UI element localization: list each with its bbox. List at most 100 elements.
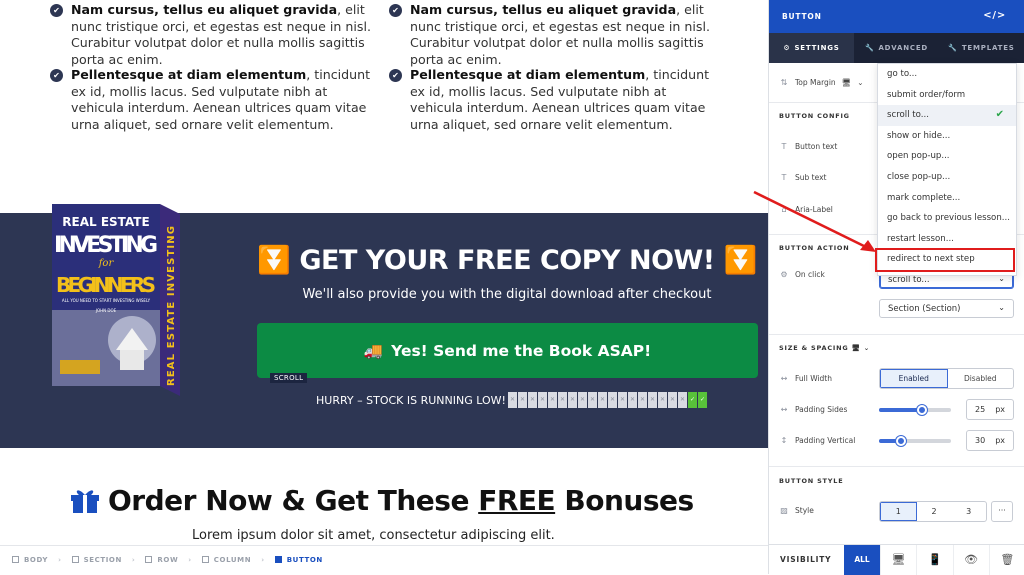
page-canvas: ✔ Nam cursus, tellus eu aliquet gravida, … (0, 0, 768, 545)
stock-box-empty: ✕ (648, 392, 657, 408)
stock-box-filled: ✓ (688, 392, 697, 408)
mobile-icon[interactable]: 📱 (916, 544, 952, 575)
stock-box-filled: ✓ (698, 392, 707, 408)
gift-icon (71, 490, 99, 513)
style-option-1[interactable]: 1 (880, 502, 917, 521)
book-line3: for (98, 258, 115, 269)
dropdown-option[interactable]: submit order/form (878, 85, 1016, 106)
padding-vertical-row: ↕ Padding Vertical (780, 436, 856, 445)
padding-sides-input[interactable]: 25 px (966, 399, 1014, 420)
stock-box-empty: ✕ (508, 392, 517, 408)
padding-vertical-input[interactable]: 30 px (966, 430, 1014, 451)
banner-subline: We'll also provide you with the digital … (302, 287, 712, 302)
height-arrows-icon: ↕ (780, 436, 788, 445)
width-arrows-icon: ↔ (780, 374, 788, 383)
truck-icon: 🚚 (363, 341, 384, 360)
crumb-button[interactable]: BUTTON (274, 556, 323, 564)
book-cover: REAL ESTATE INVESTING for BEGINNERS ALL … (52, 204, 180, 396)
padding-sides-slider[interactable] (879, 405, 951, 415)
headline-text: GET YOUR FREE COPY NOW! (299, 245, 715, 276)
feature-bold: Nam cursus, tellus eu aliquet gravida (410, 2, 677, 17)
stock-box-empty: ✕ (518, 392, 527, 408)
stock-box-empty: ✕ (588, 392, 597, 408)
image-icon: ▨ (780, 506, 788, 515)
scroll-tag: SCROLL (270, 373, 308, 383)
panel-tabs: ⚙ SETTINGS 🔧 ADVANCED 🔧 TEMPLATES (769, 33, 1024, 63)
book-author: JOHN DOE (95, 308, 117, 313)
stock-box-empty: ✕ (628, 392, 637, 408)
disabled-option[interactable]: Disabled (948, 369, 1014, 388)
padding-sides-row: ↔ Padding Sides (780, 405, 848, 414)
code-icon[interactable]: </> (983, 10, 1006, 21)
section-select[interactable]: Section (Section) ⌄ (879, 299, 1014, 318)
dropdown-option[interactable]: mark complete... (878, 188, 1016, 209)
sub-text-row[interactable]: T Sub text (779, 173, 827, 182)
banner-headline: ⏬ GET YOUR FREE COPY NOW! ⏬ (256, 244, 758, 276)
slider-handle[interactable] (917, 405, 927, 415)
more-styles-button[interactable]: ··· (991, 501, 1013, 522)
chevron-down-icon: ⌄ (998, 303, 1005, 312)
dropdown-option[interactable]: open pop-up... (878, 146, 1016, 167)
stock-box-empty: ✕ (668, 392, 677, 408)
tab-templates[interactable]: 🔧 TEMPLATES (939, 33, 1024, 63)
send-book-button[interactable]: 🚚 Yes! Send me the Book ASAP! (257, 323, 758, 378)
stock-bar: ✕ ✕ ✕ ✕ ✕ ✕ ✕ ✕ ✕ ✕ ✕ ✕ ✕ ✕ ✕ ✕ ✕ ✕ ✓ ✓ (508, 392, 707, 408)
crumb-body[interactable]: BODY (12, 556, 48, 564)
slider-handle[interactable] (896, 436, 906, 446)
crumb-row[interactable]: ROW (145, 556, 178, 564)
check-icon: ✔ (389, 4, 402, 17)
eye-icon[interactable]: 👁 (952, 544, 989, 575)
dropdown-option[interactable]: restart lesson... (878, 229, 1016, 250)
enabled-option[interactable]: Enabled (880, 369, 948, 388)
check-icon: ✔ (389, 69, 402, 82)
feature-item: ✔ Nam cursus, tellus eu aliquet gravida, … (50, 2, 371, 68)
stock-box-empty: ✕ (568, 392, 577, 408)
width-arrows-icon: ↔ (780, 405, 788, 414)
stock-box-empty: ✕ (598, 392, 607, 408)
crumb-column[interactable]: COLUMN (201, 556, 251, 564)
top-margin-row[interactable]: ⇅ Top Margin 🖥 ⌄ (779, 78, 864, 87)
section-button-config: BUTTON CONFIG (779, 112, 850, 120)
dropdown-option[interactable]: go back to previous lesson... (878, 208, 1016, 229)
dropdown-option[interactable]: close pop-up... (878, 167, 1016, 188)
trash-icon[interactable]: 🗑 (988, 544, 1024, 575)
dropdown-option-selected[interactable]: scroll to... ✔ (878, 105, 1016, 126)
dropdown-option[interactable]: go to... (878, 64, 1016, 85)
style-row: ▨ Style (780, 506, 814, 515)
chevrons-down-icon: ⏬ (257, 245, 291, 276)
full-width-row: ↔ Full Width (780, 374, 832, 383)
desktop-icon[interactable]: 🖥 (880, 544, 916, 575)
gear-icon: ⚙ (780, 270, 788, 279)
padding-vertical-slider[interactable] (879, 436, 951, 446)
on-click-dropdown: go to... submit order/form scroll to... ✔… (877, 63, 1017, 276)
feature-item: ✔ Pellentesque at diam elementum, tincidu… (50, 67, 371, 133)
check-icon: ✔ (995, 109, 1004, 121)
stock-box-empty: ✕ (678, 392, 687, 408)
bonus-heading-post: Bonuses (555, 484, 694, 517)
wrench-icon: 🔧 (864, 44, 875, 52)
style-option-3[interactable]: 3 (951, 502, 986, 521)
margin-arrows-icon: ⇅ (780, 78, 788, 87)
feature-bold: Pellentesque at diam elementum (410, 67, 646, 82)
visibility-all-button[interactable]: ALL (844, 544, 880, 575)
tab-advanced[interactable]: 🔧 ADVANCED (854, 33, 939, 63)
bonus-subtext: Lorem ipsum dolor sit amet, consectetur … (192, 528, 555, 543)
tab-settings[interactable]: ⚙ SETTINGS (769, 33, 854, 63)
style-option-2[interactable]: 2 (917, 502, 952, 521)
desktop-icon: 🖥 (841, 78, 852, 87)
panel-header: BUTTON </> (769, 0, 1024, 33)
stock-box-empty: ✕ (638, 392, 647, 408)
chevron-down-icon: ⌄ (857, 78, 864, 87)
book-tagline: ALL YOU NEED TO START INVESTING WISELY (62, 298, 151, 303)
stock-box-empty: ✕ (548, 392, 557, 408)
crumb-section[interactable]: SECTION (71, 556, 122, 564)
visibility-bar: VISIBILITY ALL 🖥 📱 👁 🗑 (769, 544, 1024, 575)
panel-title: BUTTON (782, 12, 822, 21)
bonus-heading-free: FREE (478, 484, 556, 517)
highlight-box (875, 248, 1015, 272)
section-size-spacing: SIZE & SPACING 🖥 ⌄ (779, 344, 870, 352)
wrench-icon: 🔧 (948, 44, 958, 52)
dropdown-option[interactable]: show or hide... (878, 126, 1016, 147)
feature-bold: Pellentesque at diam elementum (71, 67, 307, 82)
button-text-row[interactable]: T Button text (779, 142, 838, 151)
